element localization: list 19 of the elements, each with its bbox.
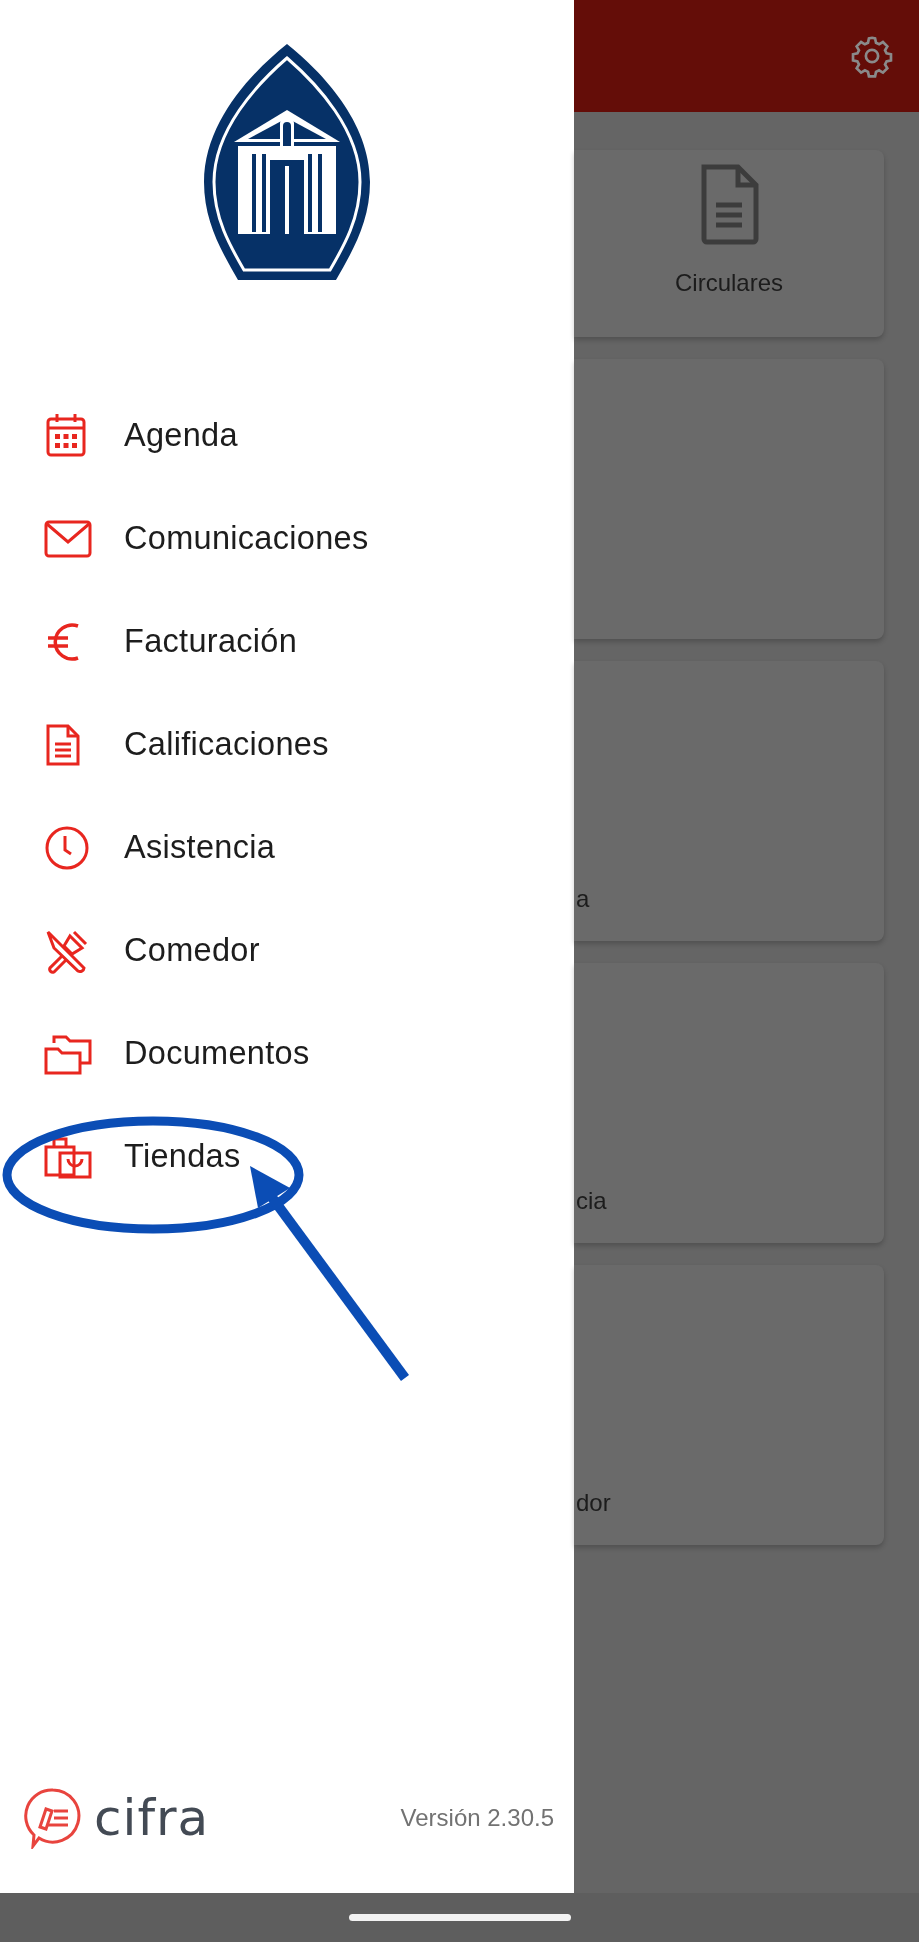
tile-label: cia — [576, 1187, 607, 1215]
menu-item[interactable]: Comunicaciones — [0, 487, 574, 590]
calendar-icon — [44, 412, 88, 459]
brand-wordmark: cifra — [94, 1789, 210, 1847]
tile-label: Circulares — [675, 268, 783, 297]
tile-card[interactable] — [574, 359, 884, 639]
tile-label: a — [576, 885, 590, 913]
menu-item[interactable]: Documentos — [0, 1002, 574, 1105]
menu-item[interactable]: Agenda — [0, 384, 574, 487]
envelope-icon — [44, 519, 92, 558]
menu-item[interactable]: Asistencia — [0, 796, 574, 899]
version-label: Versión 2.30.5 — [400, 1804, 554, 1832]
menu-item[interactable]: Facturación — [0, 590, 574, 693]
tile-label: dor — [576, 1489, 611, 1517]
speech-bubble-pencil-icon — [24, 1787, 82, 1849]
menu-item[interactable]: Comedor — [0, 899, 574, 1002]
menu-item[interactable]: Calificaciones — [0, 693, 574, 796]
clock-icon — [44, 824, 90, 871]
home-indicator[interactable] — [348, 1914, 571, 1921]
